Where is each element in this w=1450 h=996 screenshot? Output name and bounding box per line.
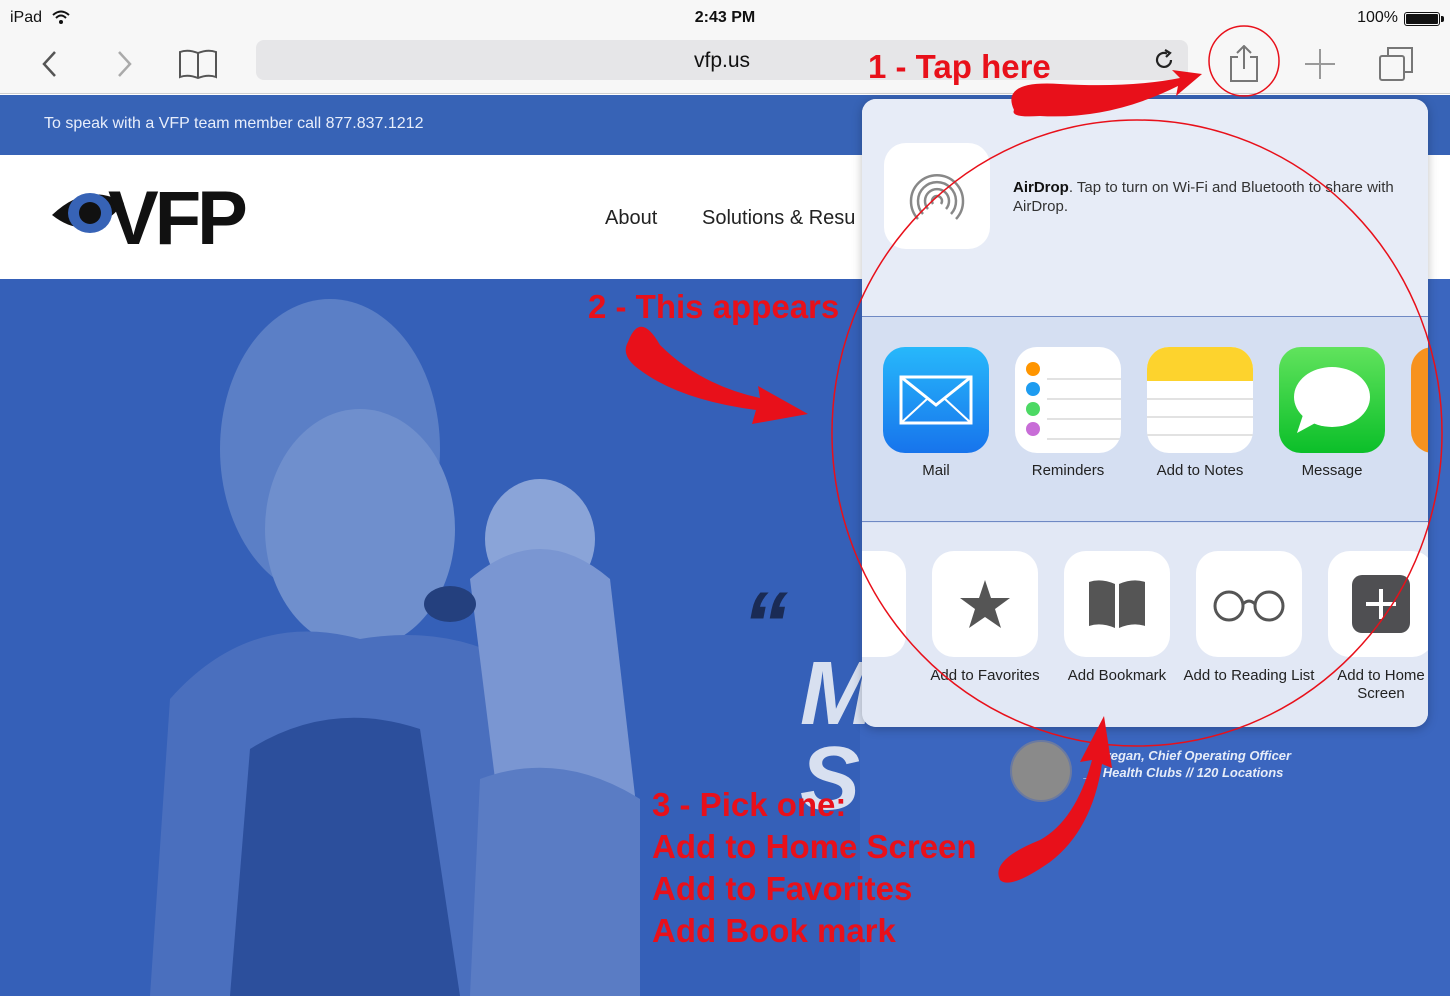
share-apps-row: Mail Reminders Add to Notes Message xyxy=(862,318,1428,522)
back-button[interactable] xyxy=(28,42,72,86)
plus-square-icon xyxy=(1352,575,1410,633)
add-to-home-screen-button[interactable] xyxy=(1328,551,1428,657)
annotation-step3-item: Add to Favorites xyxy=(652,870,913,907)
add-to-favorites-button[interactable] xyxy=(932,551,1038,657)
avatar xyxy=(1010,740,1072,802)
status-bar: iPad 2:43 PM 100% xyxy=(0,0,1450,34)
bookmarks-button[interactable] xyxy=(176,42,220,86)
reload-icon[interactable] xyxy=(1152,48,1176,72)
add-to-reading-list-label: Add to Reading List xyxy=(1183,667,1315,684)
share-actions-row: t Add to Favorites Add Bookmark Add to R… xyxy=(862,523,1428,727)
message-icon xyxy=(1294,367,1370,433)
glasses-icon xyxy=(1213,590,1285,622)
forward-button[interactable] xyxy=(102,42,146,86)
annotation-step3-title: 3 - Pick one: xyxy=(652,786,847,823)
notes-app-button[interactable] xyxy=(1147,347,1253,453)
mail-app-button[interactable] xyxy=(883,347,989,453)
nav-solutions[interactable]: Solutions & Resu xyxy=(702,207,855,230)
chevron-left-icon xyxy=(42,51,56,77)
add-bookmark-button[interactable] xyxy=(1064,551,1170,657)
contact-text[interactable]: To speak with a VFP team member call 877… xyxy=(44,115,423,133)
partial-action-button[interactable] xyxy=(862,551,906,657)
annotation-step3-item: Add to Home Screen xyxy=(652,828,977,865)
airdrop-description: . Tap to turn on Wi-Fi and Bluetooth to … xyxy=(1013,179,1394,215)
quote-mark: “ xyxy=(742,574,788,676)
book-icon xyxy=(179,49,217,80)
message-app-button[interactable] xyxy=(1279,347,1385,453)
add-to-home-screen-label: Add to Home Screen xyxy=(1337,667,1425,702)
battery-percent: 100% xyxy=(1357,9,1398,26)
annotation-step1: 1 - Tap here xyxy=(868,48,1051,85)
annotation-step3-item: Add Book mark xyxy=(652,912,896,949)
book-icon xyxy=(1089,580,1145,628)
airdrop-icon xyxy=(909,174,965,220)
mail-icon xyxy=(899,375,973,425)
battery-icon xyxy=(1404,12,1444,26)
annotation-step2: 2 - This appears xyxy=(588,288,840,325)
notes-icon xyxy=(1147,347,1253,436)
airdrop-button[interactable] xyxy=(884,143,990,249)
airdrop-title: AirDrop xyxy=(1013,179,1069,196)
chevron-right-icon xyxy=(118,51,132,77)
add-bookmark-label: Add Bookmark xyxy=(1067,667,1167,684)
reminders-app-button[interactable] xyxy=(1015,347,1121,453)
plus-icon xyxy=(1305,49,1335,79)
partial-action-label: t xyxy=(862,667,919,685)
testimonial-attribution: J. _regan, Chief Operating Officer _it H… xyxy=(1084,747,1291,781)
add-to-favorites-label: Add to Favorites xyxy=(930,667,1040,684)
testimonial-line-2: _it Health Clubs // 120 Locations xyxy=(1084,765,1284,780)
share-sheet: AirDrop. Tap to turn on Wi-Fi and Blueto… xyxy=(862,99,1428,727)
reminders-label: Reminders xyxy=(1031,462,1105,479)
new-tab-button[interactable] xyxy=(1298,42,1342,86)
tabs-icon xyxy=(1379,47,1413,81)
site-logo[interactable]: VFP xyxy=(108,175,248,262)
nav-about[interactable]: About xyxy=(605,207,657,230)
mail-label: Mail xyxy=(922,462,950,479)
tabs-button[interactable] xyxy=(1374,42,1418,86)
clock: 2:43 PM xyxy=(694,9,756,26)
share-icon xyxy=(1230,45,1258,82)
partial-app-label: S xyxy=(1398,462,1428,480)
star-icon xyxy=(960,580,1010,628)
browser-toolbar: vfp.us xyxy=(0,34,1450,94)
reminders-icon xyxy=(1026,362,1121,440)
share-button[interactable] xyxy=(1222,42,1266,86)
partial-app-button[interactable] xyxy=(1411,347,1428,453)
airdrop-message: AirDrop. Tap to turn on Wi-Fi and Blueto… xyxy=(1013,178,1413,216)
airdrop-section: AirDrop. Tap to turn on Wi-Fi and Blueto… xyxy=(862,99,1428,317)
annotation-step3: 3 - Pick one: Add to Home Screen Add to … xyxy=(652,784,977,952)
testimonial-line-1: J. _regan, Chief Operating Officer xyxy=(1084,748,1292,763)
message-label: Message xyxy=(1301,462,1363,479)
add-to-reading-list-button[interactable] xyxy=(1196,551,1302,657)
notes-label: Add to Notes xyxy=(1156,462,1244,479)
